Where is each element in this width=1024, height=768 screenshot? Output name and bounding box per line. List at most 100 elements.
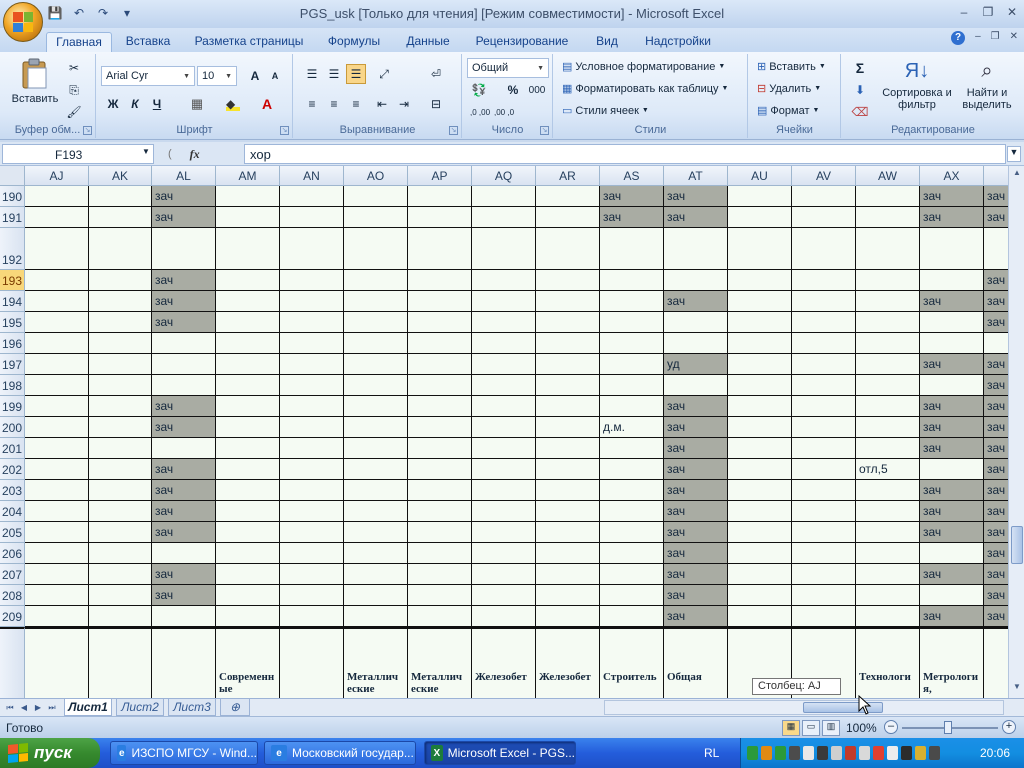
name-box-dropdown-icon[interactable]: ▼ [142,147,150,156]
table-cell[interactable] [408,375,472,396]
table-cell[interactable]: зач [152,207,216,228]
table-cell[interactable]: зач [920,354,984,375]
table-cell[interactable] [344,501,408,522]
table-cell[interactable]: зач [664,564,728,585]
table-cell[interactable]: зач [984,291,1008,312]
start-button[interactable]: пуск [0,738,100,768]
table-cell[interactable] [856,417,920,438]
table-cell[interactable] [600,291,664,312]
table-cell[interactable]: зач [600,186,664,207]
header-label-cell[interactable]: Строитель [600,627,664,698]
table-cell[interactable]: зач [984,564,1008,585]
table-cell[interactable] [280,354,344,375]
table-cell[interactable] [728,543,792,564]
table-cell[interactable]: зач [984,375,1008,396]
tray-security-icon[interactable] [775,746,786,760]
row-header[interactable]: 208 [0,585,25,606]
tab-insert[interactable]: Вставка [120,32,176,52]
table-cell[interactable]: зач [152,522,216,543]
table-cell[interactable] [280,186,344,207]
taskbar-item-ie-moscow[interactable]: e Московский государ... [264,741,416,765]
table-cell[interactable]: зач [664,480,728,501]
number-format-select[interactable]: Общий ▼ [467,58,549,78]
tray-network-icon[interactable] [747,746,758,760]
table-cell[interactable]: зач [152,501,216,522]
table-cell[interactable] [472,606,536,627]
table-cell[interactable]: зач [920,438,984,459]
table-cell[interactable]: зач [984,186,1008,207]
orientation-icon[interactable]: ⤢ [374,64,394,84]
table-cell[interactable] [216,585,280,606]
table-cell[interactable]: зач [984,396,1008,417]
table-cell[interactable] [728,522,792,543]
table-cell[interactable] [344,291,408,312]
zoom-slider-thumb[interactable] [944,721,952,734]
normal-view-icon[interactable]: ▦ [782,720,800,736]
table-cell[interactable]: зач [920,291,984,312]
fill-icon[interactable]: ⬇ [850,80,870,100]
table-cell[interactable]: зач [664,207,728,228]
table-cell[interactable]: зач [984,543,1008,564]
table-cell[interactable] [920,333,984,354]
conditional-formatting-button[interactable]: ▤ Условное форматирование ▼ [562,60,725,74]
table-cell[interactable] [344,228,408,270]
table-cell[interactable] [856,291,920,312]
table-cell[interactable]: зач [984,207,1008,228]
table-cell[interactable] [89,522,152,543]
sort-filter-button[interactable]: Я↓ Сортировка и фильтр [882,58,952,111]
table-cell[interactable] [984,228,1008,270]
table-cell[interactable] [216,606,280,627]
table-cell[interactable] [216,312,280,333]
tab-formulas[interactable]: Формулы [322,32,386,52]
table-cell[interactable] [344,375,408,396]
format-as-table-button[interactable]: ▦ Форматировать как таблицу ▼ [562,82,728,96]
table-cell[interactable] [216,417,280,438]
table-cell[interactable] [792,480,856,501]
tray-keyboard-icon[interactable] [887,746,898,760]
table-cell[interactable] [728,564,792,585]
column-header[interactable]: AJ [25,166,89,186]
row-header[interactable]: 201 [0,438,25,459]
table-cell[interactable] [536,375,600,396]
thousands-button[interactable]: 000 [525,80,549,100]
table-cell[interactable] [920,543,984,564]
table-cell[interactable] [856,480,920,501]
table-cell[interactable] [89,543,152,564]
row-header[interactable]: 192 [0,228,25,270]
scroll-down-icon[interactable]: ▼ [1011,682,1023,696]
zoom-level[interactable]: 100% [846,721,877,735]
table-cell[interactable] [25,270,89,291]
sheet-tab-3[interactable]: Лист3 [168,699,216,716]
table-cell[interactable] [408,438,472,459]
table-cell[interactable] [216,186,280,207]
table-cell[interactable] [216,354,280,375]
table-cell[interactable] [280,585,344,606]
table-cell[interactable] [344,480,408,501]
column-header[interactable]: AU [728,166,792,186]
table-cell[interactable] [792,396,856,417]
table-cell[interactable] [920,228,984,270]
table-cell[interactable] [344,396,408,417]
table-cell[interactable]: зач [920,207,984,228]
fill-color-icon[interactable]: ◆ [223,94,243,114]
select-all-corner[interactable] [0,166,25,186]
table-cell[interactable] [472,228,536,270]
underline-button[interactable]: Ч [147,94,167,114]
row-header[interactable]: 193 [0,270,25,291]
row-header[interactable]: 190 [0,186,25,207]
table-cell[interactable] [344,522,408,543]
table-cell[interactable] [25,207,89,228]
row-header[interactable]: 206 [0,543,25,564]
scroll-up-icon[interactable]: ▲ [1011,168,1023,182]
table-cell[interactable] [792,312,856,333]
column-header[interactable]: AX [920,166,984,186]
table-cell[interactable] [25,543,89,564]
table-cell[interactable] [408,459,472,480]
table-cell[interactable] [856,501,920,522]
table-cell[interactable] [344,270,408,291]
table-cell[interactable] [536,585,600,606]
table-cell[interactable] [89,333,152,354]
table-cell[interactable] [536,522,600,543]
table-cell[interactable] [472,522,536,543]
table-cell[interactable] [856,375,920,396]
